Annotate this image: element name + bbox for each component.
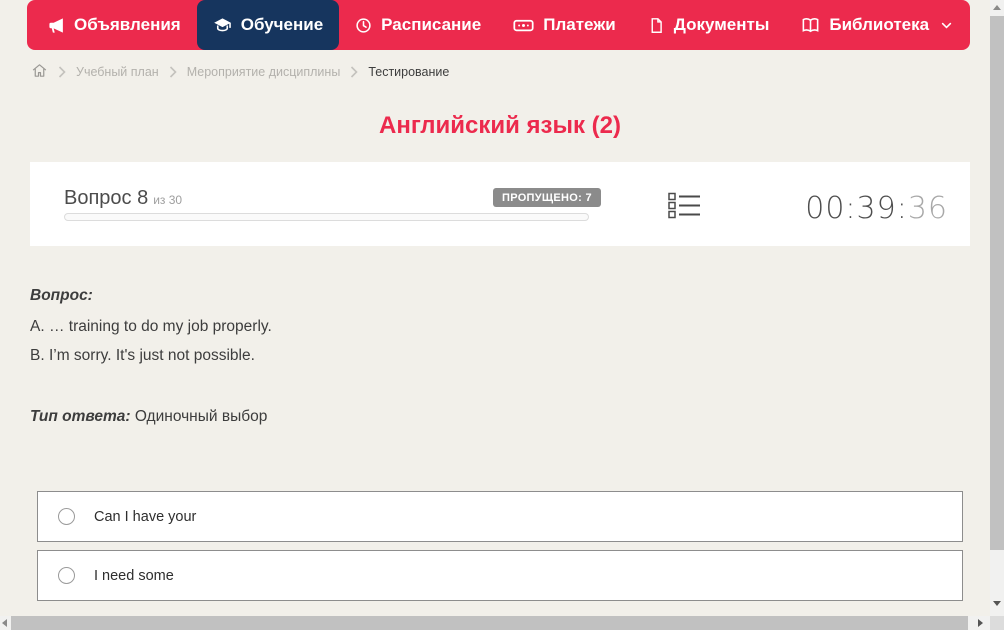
answer-type-value: Одиночный выбор (135, 408, 268, 425)
graduation-cap-icon (213, 16, 232, 35)
question-total-label: из 30 (153, 193, 182, 207)
breadcrumb-item-study-plan[interactable]: Учебный план (76, 65, 159, 79)
scroll-right-arrow-icon[interactable] (978, 619, 983, 627)
chevron-down-icon (940, 19, 953, 32)
radio-button[interactable] (58, 508, 75, 525)
scroll-left-arrow-icon[interactable] (2, 619, 7, 627)
breadcrumb: Учебный план Мероприятие дисциплины Тест… (31, 61, 449, 83)
nav-item-library[interactable]: Библиотека (785, 0, 969, 50)
open-book-icon (801, 16, 820, 35)
nav-item-documents[interactable]: Документы (632, 0, 786, 50)
home-icon[interactable] (31, 62, 48, 82)
nav-item-label: Документы (674, 15, 770, 35)
nav-item-schedule[interactable]: Расписание (339, 0, 497, 50)
question-number-label: Вопрос 8 (64, 187, 148, 209)
question-number: Вопрос 8 из 30 (64, 187, 182, 210)
scroll-down-arrow-icon[interactable] (993, 601, 1001, 606)
scrollbar-corner (990, 616, 1004, 630)
vertical-scrollbar[interactable] (990, 0, 1004, 616)
vertical-scrollbar-thumb[interactable] (990, 16, 1004, 550)
breadcrumb-item-testing: Тестирование (368, 65, 449, 79)
clock-icon (355, 17, 372, 34)
question-header-panel: Вопрос 8 из 30 ПРОПУЩЕНО: 7 00:39:36 (30, 162, 970, 246)
answer-type-label: Тип ответа: (30, 408, 131, 425)
scroll-up-arrow-icon[interactable] (993, 5, 1001, 10)
nav-item-label: Объявления (74, 15, 181, 35)
question-body: Вопрос: A. … training to do my job prope… (30, 286, 930, 437)
radio-button[interactable] (58, 567, 75, 584)
horizontal-scrollbar[interactable] (0, 616, 990, 630)
horizontal-scrollbar-thumb[interactable] (11, 616, 968, 630)
nav-item-announcements[interactable]: Объявления (32, 0, 197, 50)
question-list-icon[interactable] (668, 192, 701, 222)
app-window: Объявления Обучение Расписание Платежи Д… (0, 0, 1004, 630)
timer-main: 00:39: (805, 191, 908, 226)
question-line-b: B. I’m sorry. It's just not possible. (30, 346, 930, 366)
progress-bar (64, 213, 589, 221)
answer-type-row: Тип ответа: Одиночный выбор (30, 407, 930, 427)
nav-item-payments[interactable]: Платежи (497, 0, 632, 50)
breadcrumb-separator-icon (58, 66, 66, 78)
answer-option-label: Can I have your (94, 509, 196, 525)
megaphone-icon (48, 17, 65, 34)
question-prompt-label: Вопрос: (30, 286, 930, 306)
document-icon (648, 17, 665, 34)
nav-item-label: Платежи (543, 15, 616, 35)
nav-item-label: Библиотека (829, 15, 929, 35)
page-title: Английский язык (2) (0, 112, 1000, 140)
banknote-icon (513, 15, 534, 36)
answer-option[interactable]: I need some (37, 550, 963, 601)
missed-badge: ПРОПУЩЕНО: 7 (493, 188, 601, 207)
breadcrumb-separator-icon (350, 66, 358, 78)
breadcrumb-separator-icon (169, 66, 177, 78)
top-nav: Объявления Обучение Расписание Платежи Д… (27, 0, 970, 50)
nav-item-learning[interactable]: Обучение (197, 0, 339, 50)
question-line-a: A. … training to do my job properly. (30, 317, 930, 337)
answer-option-label: I need some (94, 568, 174, 584)
nav-item-label: Расписание (381, 15, 481, 35)
breadcrumb-item-discipline-event[interactable]: Мероприятие дисциплины (187, 65, 341, 79)
timer-seconds: 36 (908, 191, 948, 226)
nav-item-label: Обучение (241, 15, 323, 35)
answer-options: Can I have your I need some (37, 491, 963, 609)
timer: 00:39:36 (805, 191, 948, 226)
answer-option[interactable]: Can I have your (37, 491, 963, 542)
